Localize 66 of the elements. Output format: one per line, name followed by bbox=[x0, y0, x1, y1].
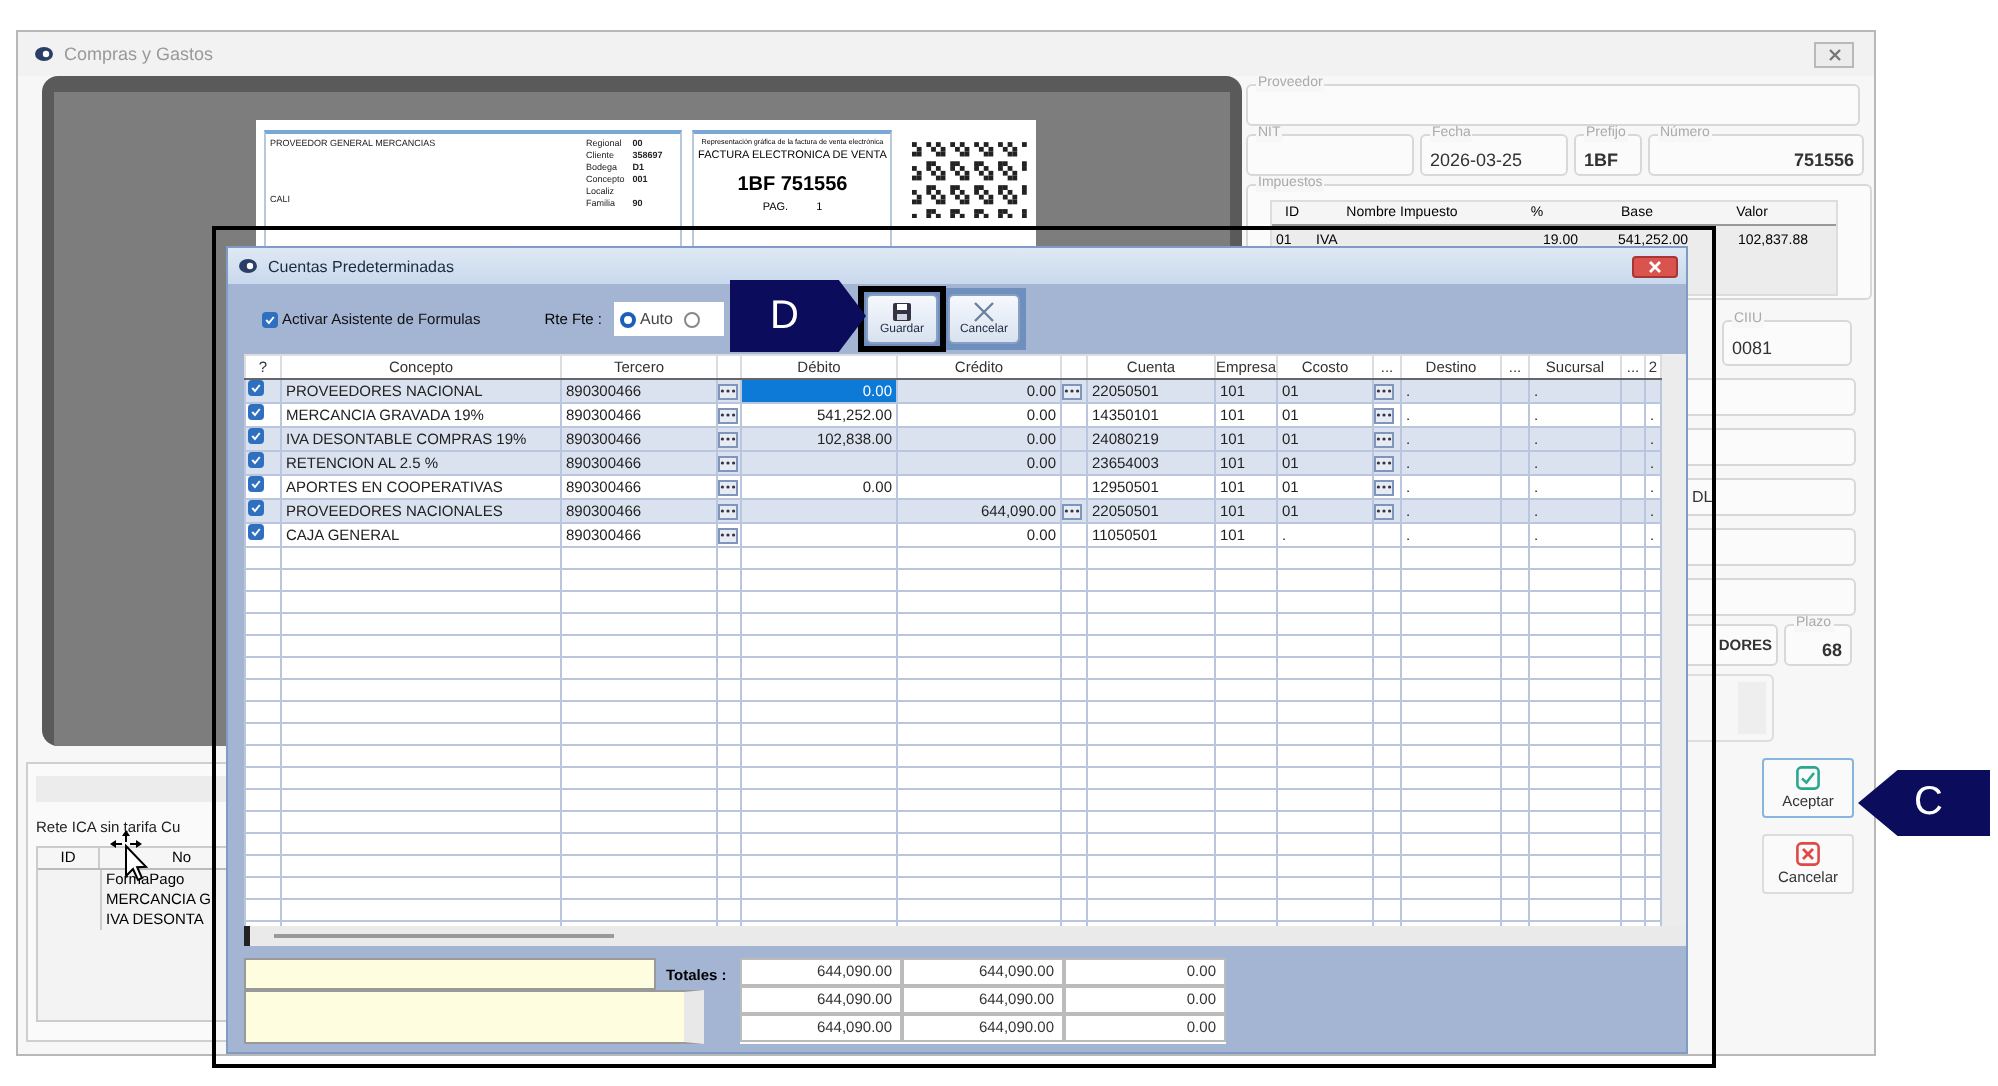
ellipsis-button[interactable] bbox=[719, 455, 738, 471]
ellipsis-button[interactable] bbox=[719, 407, 738, 423]
ellipsis-icon bbox=[1376, 388, 1392, 394]
ellipsis-icon bbox=[720, 460, 736, 466]
ellipsis-icon bbox=[1376, 484, 1392, 490]
scrollbar[interactable] bbox=[1662, 354, 1686, 926]
ellipsis-icon bbox=[720, 388, 736, 394]
close-button[interactable] bbox=[1814, 41, 1854, 67]
checkbox[interactable] bbox=[248, 477, 264, 492]
checkbox[interactable] bbox=[248, 525, 264, 540]
ellipsis-button[interactable] bbox=[719, 527, 738, 543]
field-value: 1BF bbox=[1584, 149, 1619, 169]
field-value: 0081 bbox=[1732, 337, 1773, 357]
ellipsis-button[interactable] bbox=[1063, 503, 1082, 519]
window-title: Cuentas Predeterminadas bbox=[268, 257, 454, 275]
ellipsis-button[interactable] bbox=[1375, 407, 1394, 423]
field-value: 68 bbox=[1821, 639, 1842, 659]
ellipsis-icon bbox=[1064, 508, 1080, 514]
close-icon bbox=[1827, 47, 1841, 61]
check-icon bbox=[264, 311, 276, 327]
close-button[interactable] bbox=[1632, 255, 1678, 277]
check-icon bbox=[1796, 766, 1820, 790]
close-icon bbox=[971, 302, 996, 322]
ellipsis-icon bbox=[1376, 460, 1392, 466]
ellipsis-button[interactable] bbox=[1063, 383, 1082, 399]
ellipsis-button[interactable] bbox=[719, 383, 738, 399]
radio-button[interactable]: Auto bbox=[619, 310, 673, 328]
ellipsis-button[interactable] bbox=[1375, 455, 1394, 471]
checkbox[interactable] bbox=[248, 429, 264, 444]
close-icon bbox=[1648, 259, 1662, 273]
qr-code-icon bbox=[912, 142, 1028, 218]
ellipsis-button[interactable] bbox=[719, 503, 738, 519]
close-icon bbox=[1796, 842, 1820, 866]
ellipsis-icon bbox=[1376, 412, 1392, 418]
callout-label: D bbox=[730, 280, 866, 352]
eye-icon bbox=[34, 46, 54, 62]
field-value: DL bbox=[1692, 488, 1713, 506]
ellipsis-button[interactable] bbox=[1375, 431, 1394, 447]
field-value: 751556 bbox=[1793, 149, 1854, 169]
ellipsis-icon bbox=[1376, 508, 1392, 514]
ellipsis-icon bbox=[720, 532, 736, 538]
ellipsis-button[interactable] bbox=[719, 431, 738, 447]
callout-label: C bbox=[1858, 770, 1990, 836]
eye-icon bbox=[238, 258, 258, 274]
radio-button[interactable] bbox=[684, 311, 701, 327]
ellipsis-icon bbox=[720, 508, 736, 514]
document-number: 1BF 751556 bbox=[737, 172, 848, 200]
checkbox[interactable] bbox=[248, 453, 264, 468]
checkbox[interactable] bbox=[248, 501, 264, 516]
ellipsis-icon bbox=[1376, 436, 1392, 442]
note-field[interactable] bbox=[244, 958, 656, 990]
ellipsis-icon bbox=[1064, 388, 1080, 394]
ellipsis-button[interactable] bbox=[1375, 383, 1394, 399]
checkbox[interactable] bbox=[248, 381, 264, 396]
scrollbar[interactable] bbox=[244, 926, 1686, 946]
ellipsis-icon bbox=[720, 412, 736, 418]
note-field[interactable] bbox=[244, 990, 704, 1044]
window-title: Compras y Gastos bbox=[64, 44, 214, 64]
scroll-thumb[interactable] bbox=[274, 934, 614, 938]
ellipsis-icon bbox=[720, 436, 736, 442]
checkbox[interactable] bbox=[248, 405, 264, 420]
ellipsis-button[interactable] bbox=[1375, 479, 1394, 495]
ellipsis-button[interactable] bbox=[719, 479, 738, 495]
field-value: 2026-03-25 bbox=[1430, 149, 1523, 169]
ellipsis-button[interactable] bbox=[1375, 503, 1394, 519]
ellipsis-icon bbox=[720, 484, 736, 490]
